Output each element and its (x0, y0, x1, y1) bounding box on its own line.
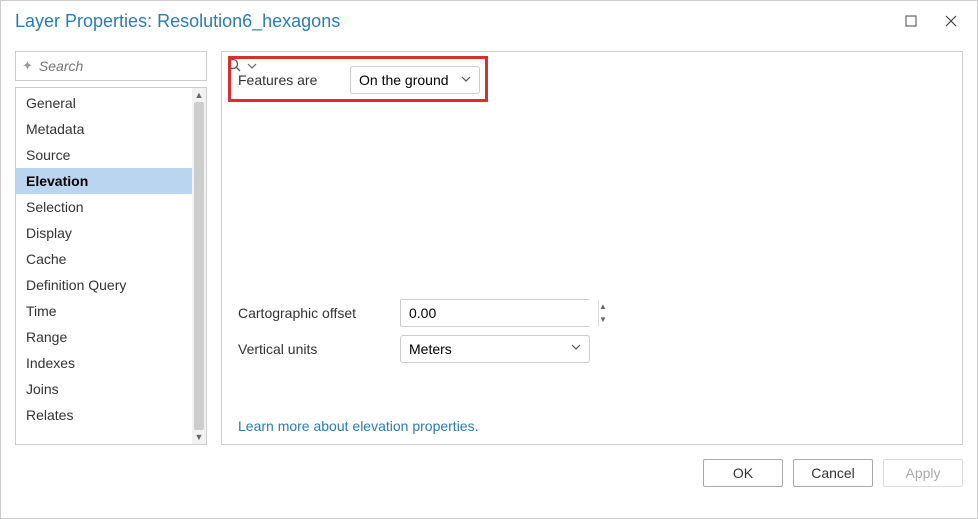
units-label: Vertical units (238, 341, 378, 357)
nav-item-selection[interactable]: Selection (16, 194, 192, 220)
nav-item-joins[interactable]: Joins (16, 376, 192, 402)
nav-item-indexes[interactable]: Indexes (16, 350, 192, 376)
nav-item-time[interactable]: Time (16, 298, 192, 324)
maximize-icon (905, 15, 917, 27)
cancel-button[interactable]: Cancel (793, 459, 873, 487)
main-panel: Features are On the ground Cartographic … (221, 51, 963, 445)
ok-button[interactable]: OK (703, 459, 783, 487)
window-title: Layer Properties: Resolution6_hexagons (15, 11, 891, 32)
scroll-down-icon[interactable]: ▼ (195, 432, 204, 442)
chevron-down-icon (461, 74, 471, 87)
units-value: Meters (409, 341, 452, 357)
nav-item-general[interactable]: General (16, 90, 192, 116)
nav-item-cache[interactable]: Cache (16, 246, 192, 272)
search-input[interactable] (39, 58, 221, 74)
features-are-value: On the ground (359, 72, 449, 88)
apply-button[interactable]: Apply (883, 459, 963, 487)
sidebar: ✦ GeneralMetadataSourceElevationSelectio… (15, 51, 207, 445)
close-icon (945, 15, 957, 27)
sparkle-icon: ✦ (22, 58, 33, 74)
scrollbar[interactable]: ▲ ▼ (192, 88, 206, 444)
scroll-up-icon[interactable]: ▲ (195, 90, 204, 100)
footer: OK Cancel Apply (1, 451, 977, 499)
nav-item-relates[interactable]: Relates (16, 402, 192, 428)
features-are-label: Features are (238, 72, 328, 88)
offset-input[interactable]: ▲ ▼ (400, 299, 590, 327)
titlebar: Layer Properties: Resolution6_hexagons (1, 1, 977, 41)
close-button[interactable] (931, 1, 971, 41)
units-select[interactable]: Meters (400, 335, 590, 363)
spinner-down-icon[interactable]: ▼ (599, 313, 607, 326)
nav-item-elevation[interactable]: Elevation (16, 168, 192, 194)
offset-value[interactable] (401, 300, 598, 326)
learn-more-link[interactable]: Learn more about elevation properties. (238, 418, 946, 434)
chevron-down-icon (571, 342, 581, 355)
offset-label: Cartographic offset (238, 305, 378, 321)
nav-item-range[interactable]: Range (16, 324, 192, 350)
nav-item-metadata[interactable]: Metadata (16, 116, 192, 142)
nav-item-definition-query[interactable]: Definition Query (16, 272, 192, 298)
nav-item-display[interactable]: Display (16, 220, 192, 246)
spinner-up-icon[interactable]: ▲ (599, 300, 607, 313)
features-are-select[interactable]: On the ground (350, 66, 480, 94)
scroll-thumb[interactable] (194, 102, 204, 430)
nav-item-source[interactable]: Source (16, 142, 192, 168)
nav-list: GeneralMetadataSourceElevationSelectionD… (16, 88, 192, 444)
maximize-button[interactable] (891, 1, 931, 41)
search-box[interactable]: ✦ (15, 51, 207, 81)
